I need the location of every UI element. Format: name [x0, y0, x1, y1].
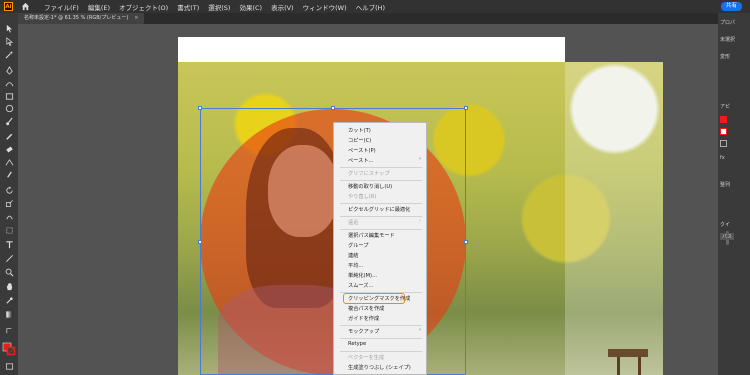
- bench-leg: [617, 357, 620, 375]
- bench-leg: [638, 357, 641, 375]
- menu-separator: [340, 203, 422, 204]
- context-item-paste[interactable]: ペースト(P): [348, 147, 376, 154]
- panel-label-no-selection: 未選択: [720, 37, 736, 43]
- rotate-icon[interactable]: [4, 185, 14, 195]
- context-item-average[interactable]: 平均...: [348, 262, 363, 269]
- submenu-arrow-icon: ›: [419, 218, 421, 224]
- menu-select[interactable]: 選択(S): [208, 2, 230, 12]
- context-item-pixel-grid[interactable]: ピクセルグリッドに最適化: [348, 206, 410, 213]
- menu-separator: [340, 351, 422, 352]
- screen-mode-icon[interactable]: [4, 361, 14, 371]
- menu-separator: [340, 180, 422, 181]
- panel-tab-properties[interactable]: プロパ: [720, 19, 735, 26]
- paintbrush-icon[interactable]: [4, 116, 14, 126]
- context-item-retype[interactable]: Retype: [348, 341, 366, 347]
- photo-overflow-area: [565, 62, 663, 375]
- menu-edit[interactable]: 編集(E): [88, 2, 110, 12]
- menu-view[interactable]: 表示(V): [271, 2, 294, 12]
- tools-panel: [0, 13, 18, 375]
- context-item-make-compound-path[interactable]: 複合パスを作成: [348, 305, 384, 312]
- context-item-mockup[interactable]: モックアップ: [348, 328, 379, 335]
- gradient-icon[interactable]: [4, 309, 14, 319]
- bbox-handle[interactable]: [198, 240, 202, 244]
- context-item-simplify[interactable]: 単純化(M)...: [348, 272, 377, 279]
- menu-effect[interactable]: 効果(C): [239, 2, 262, 12]
- context-item-copy[interactable]: コピー(C): [348, 137, 371, 144]
- menu-help[interactable]: ヘルプ(H): [356, 2, 385, 12]
- fill-stroke-icon[interactable]: [2, 342, 16, 356]
- menu-separator: [340, 229, 422, 230]
- properties-dock: プロパ 未選択 変形 アピ fx 整列 クイ パス: [718, 13, 750, 375]
- line-tool-icon[interactable]: [4, 253, 14, 263]
- context-item-snap-to-glyph: グリフにスナップ: [348, 171, 390, 177]
- bbox-handle[interactable]: [331, 106, 335, 110]
- scale-icon[interactable]: [4, 198, 14, 208]
- panel-button-path[interactable]: パス: [720, 233, 735, 240]
- submenu-arrow-icon: ›: [419, 156, 421, 162]
- swap-fill-stroke-icon[interactable]: [4, 325, 14, 335]
- panel-label-appearance: アピ: [720, 104, 731, 110]
- pen-tool-icon[interactable]: [4, 65, 14, 75]
- menu-separator: [340, 338, 422, 339]
- rectangle-tool-icon[interactable]: [4, 91, 14, 101]
- eyedropper-icon[interactable]: [4, 295, 14, 305]
- blob-brush-icon[interactable]: [4, 170, 14, 180]
- menu-separator: [340, 216, 422, 217]
- context-item-make-guides[interactable]: ガイドを作成: [348, 315, 379, 322]
- close-tab-icon[interactable]: ×: [134, 15, 138, 21]
- context-item-join[interactable]: 連結: [348, 252, 358, 259]
- selection-tool-icon[interactable]: [4, 23, 14, 33]
- opacity-icon[interactable]: [720, 140, 727, 147]
- bbox-handle[interactable]: [464, 240, 468, 244]
- warp-tool-icon[interactable]: [4, 211, 14, 221]
- context-item-make-clipping-mask[interactable]: クリッピングマスクを作成: [348, 295, 410, 302]
- context-item-redo: やり直し(R): [348, 194, 377, 200]
- document-tab-bar: 名称未設定-1* @ 61.35 % (RGB/プレビュー) ×: [18, 13, 718, 24]
- menu-object[interactable]: オブジェクト(O): [119, 2, 168, 12]
- app-logo: Ai: [4, 2, 13, 11]
- shaper-tool-icon[interactable]: [4, 157, 14, 167]
- menu-window[interactable]: ウィンドウ(W): [303, 2, 347, 12]
- fill-swatch[interactable]: [720, 116, 727, 123]
- stroke-swatch[interactable]: [720, 128, 727, 135]
- menu-type[interactable]: 書式(T): [177, 2, 199, 12]
- panel-label-transform: 変形: [720, 54, 731, 60]
- context-item-smooth[interactable]: スムーズ...: [348, 282, 373, 289]
- context-menu: カット(T) コピー(C) ペースト(P) ペースト... › グリフにスナップ…: [333, 122, 427, 375]
- submenu-arrow-icon: ›: [419, 327, 421, 333]
- document-tab-title: 名称未設定-1* @ 61.35 % (RGB/プレビュー): [24, 15, 129, 21]
- direct-selection-tool-icon[interactable]: [4, 36, 14, 46]
- bbox-handle[interactable]: [198, 106, 202, 110]
- menu-separator: [340, 325, 422, 326]
- menu-bar: Ai ファイル(F) 編集(E) オブジェクト(O) 書式(T) 選択(S) 効…: [0, 0, 750, 13]
- zoom-icon[interactable]: [4, 267, 14, 277]
- fx-icon[interactable]: fx: [720, 155, 725, 161]
- magic-wand-icon[interactable]: [4, 49, 14, 59]
- home-icon[interactable]: [21, 2, 30, 11]
- free-transform-icon[interactable]: [4, 225, 14, 235]
- context-item-group[interactable]: グループ: [348, 242, 368, 249]
- panel-label-quick-actions: クイ: [720, 222, 731, 228]
- ellipse-tool-icon[interactable]: [4, 103, 14, 113]
- hand-icon[interactable]: [4, 281, 14, 291]
- menu-separator: [340, 167, 422, 168]
- context-item-isolate-path[interactable]: 選択パス編集モード: [348, 232, 395, 239]
- context-item-generative-fill-shape[interactable]: 生成塗りつぶし (シェイプ): [348, 364, 411, 371]
- document-tab[interactable]: 名称未設定-1* @ 61.35 % (RGB/プレビュー) ×: [18, 13, 145, 24]
- share-button[interactable]: 共有: [720, 2, 742, 11]
- context-item-cut[interactable]: カット(T): [348, 127, 371, 134]
- bbox-handle[interactable]: [464, 106, 468, 110]
- context-item-perspective: 遠近: [348, 220, 359, 226]
- menu-file[interactable]: ファイル(F): [44, 2, 79, 12]
- context-item-paste-special[interactable]: ペースト...: [348, 157, 373, 164]
- pencil-icon[interactable]: [4, 131, 14, 141]
- context-item-generate-vectors: ベクターを生成: [348, 355, 385, 361]
- eraser-icon[interactable]: [4, 144, 14, 154]
- panel-label-align: 整列: [720, 182, 731, 188]
- type-tool-icon[interactable]: [4, 239, 14, 249]
- bench-seat: [608, 349, 648, 357]
- curvature-tool-icon[interactable]: [4, 78, 14, 88]
- context-item-undo-move[interactable]: 移動の取り消し(U): [348, 183, 392, 190]
